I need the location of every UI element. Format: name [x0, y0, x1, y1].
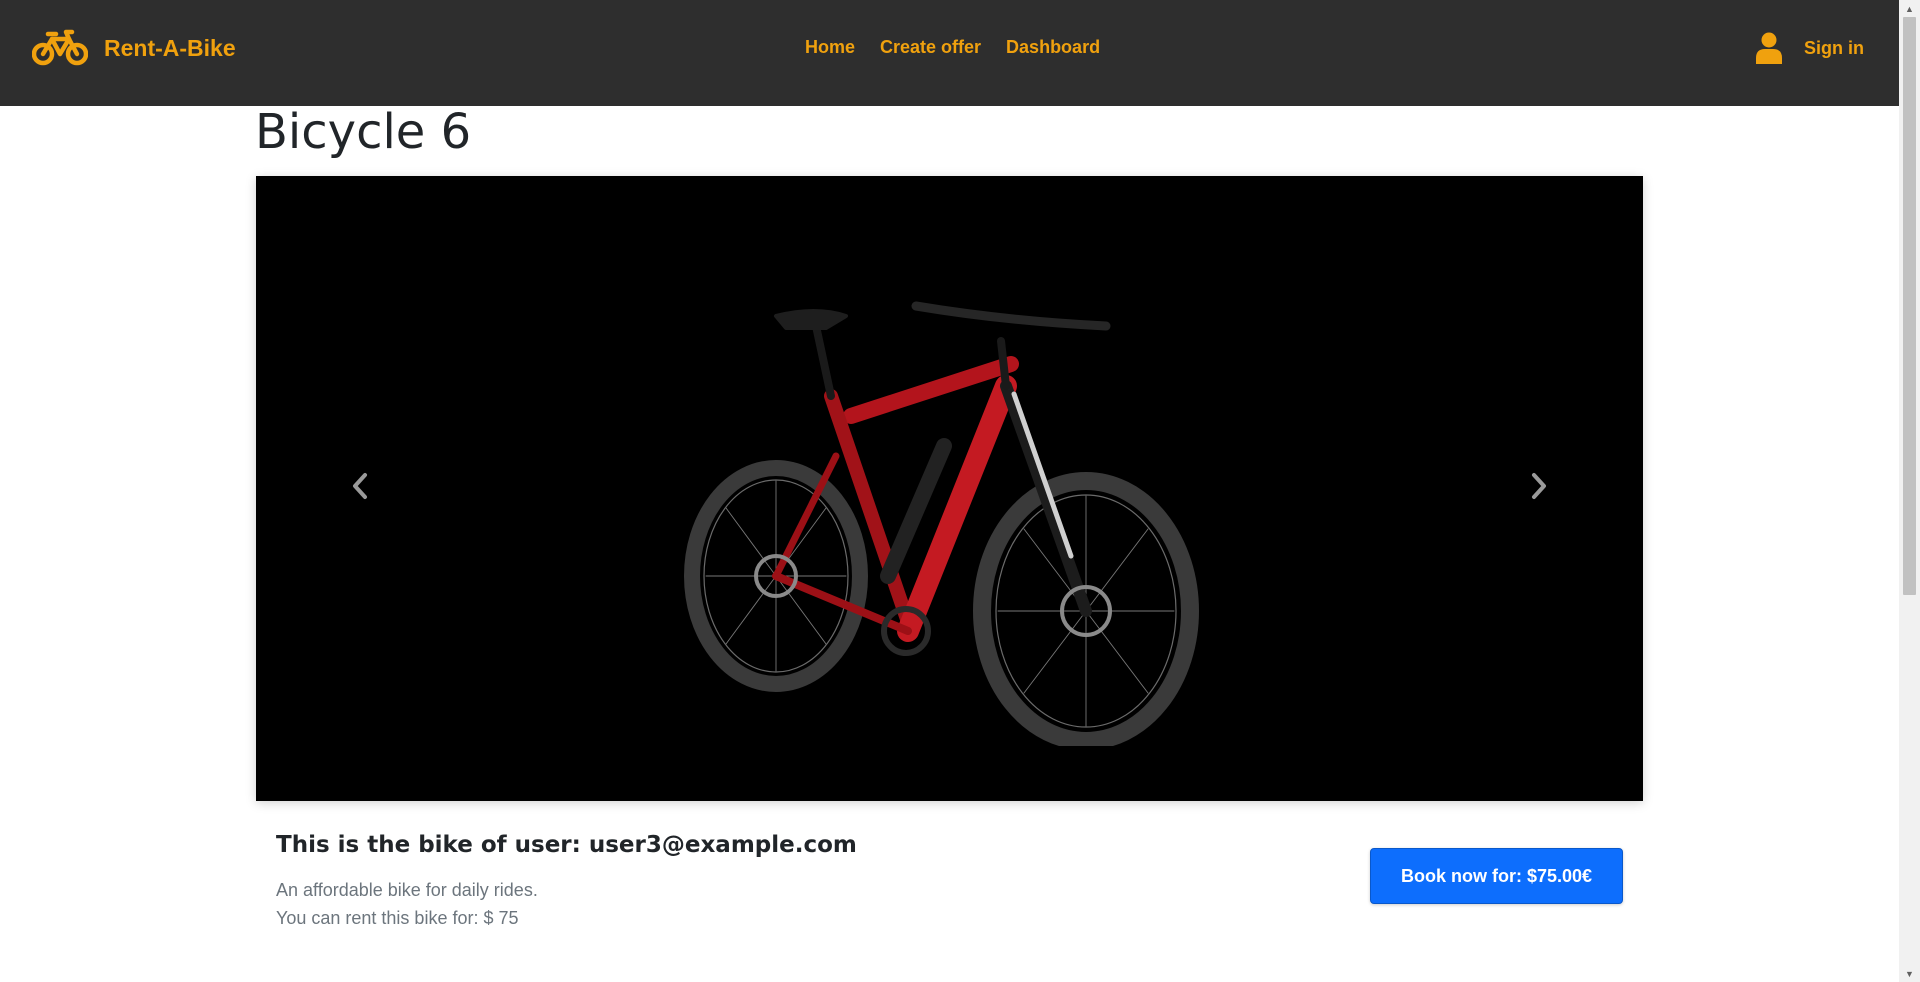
scroll-down-arrow-icon[interactable]: ▼: [1899, 965, 1920, 982]
nav-link-dashboard[interactable]: Dashboard: [1006, 37, 1100, 58]
sign-in-label: Sign in: [1804, 37, 1864, 58]
brand-name: Rent-A-Bike: [104, 34, 236, 61]
page-scrollbar[interactable]: ▲ ▼: [1899, 0, 1920, 982]
carousel-prev-button[interactable]: [340, 461, 380, 511]
book-now-button[interactable]: Book now for: $75.00€: [1370, 848, 1623, 904]
bicycle-logo-icon: [32, 29, 88, 66]
top-navbar: Rent-A-Bike Home Create offer Dashboard …: [0, 0, 1899, 106]
scroll-up-arrow-icon[interactable]: ▲: [1899, 0, 1920, 17]
chevron-left-icon: [353, 473, 367, 499]
carousel-next-button[interactable]: [1519, 461, 1559, 511]
description-text: An affordable bike for daily rides.: [276, 880, 538, 900]
brand-link[interactable]: Rent-A-Bike: [32, 28, 236, 68]
main-nav: Home Create offer Dashboard: [805, 37, 1100, 58]
chevron-right-icon: [1532, 473, 1546, 499]
rent-price-text: You can rent this bike for: $ 75: [276, 908, 519, 928]
nav-link-create-offer[interactable]: Create offer: [880, 37, 981, 58]
bike-image-carousel: [256, 176, 1643, 801]
page-title: Bicycle 6: [255, 104, 472, 160]
bike-owner-heading: This is the bike of user: user3@example.…: [276, 832, 857, 858]
bike-description: An affordable bike for daily rides. You …: [276, 876, 538, 932]
user-icon: [1756, 32, 1782, 64]
nav-link-home[interactable]: Home: [805, 37, 855, 58]
bike-photo: [684, 301, 1199, 746]
scroll-thumb[interactable]: [1903, 17, 1916, 595]
sign-in-link[interactable]: Sign in: [1756, 32, 1864, 64]
